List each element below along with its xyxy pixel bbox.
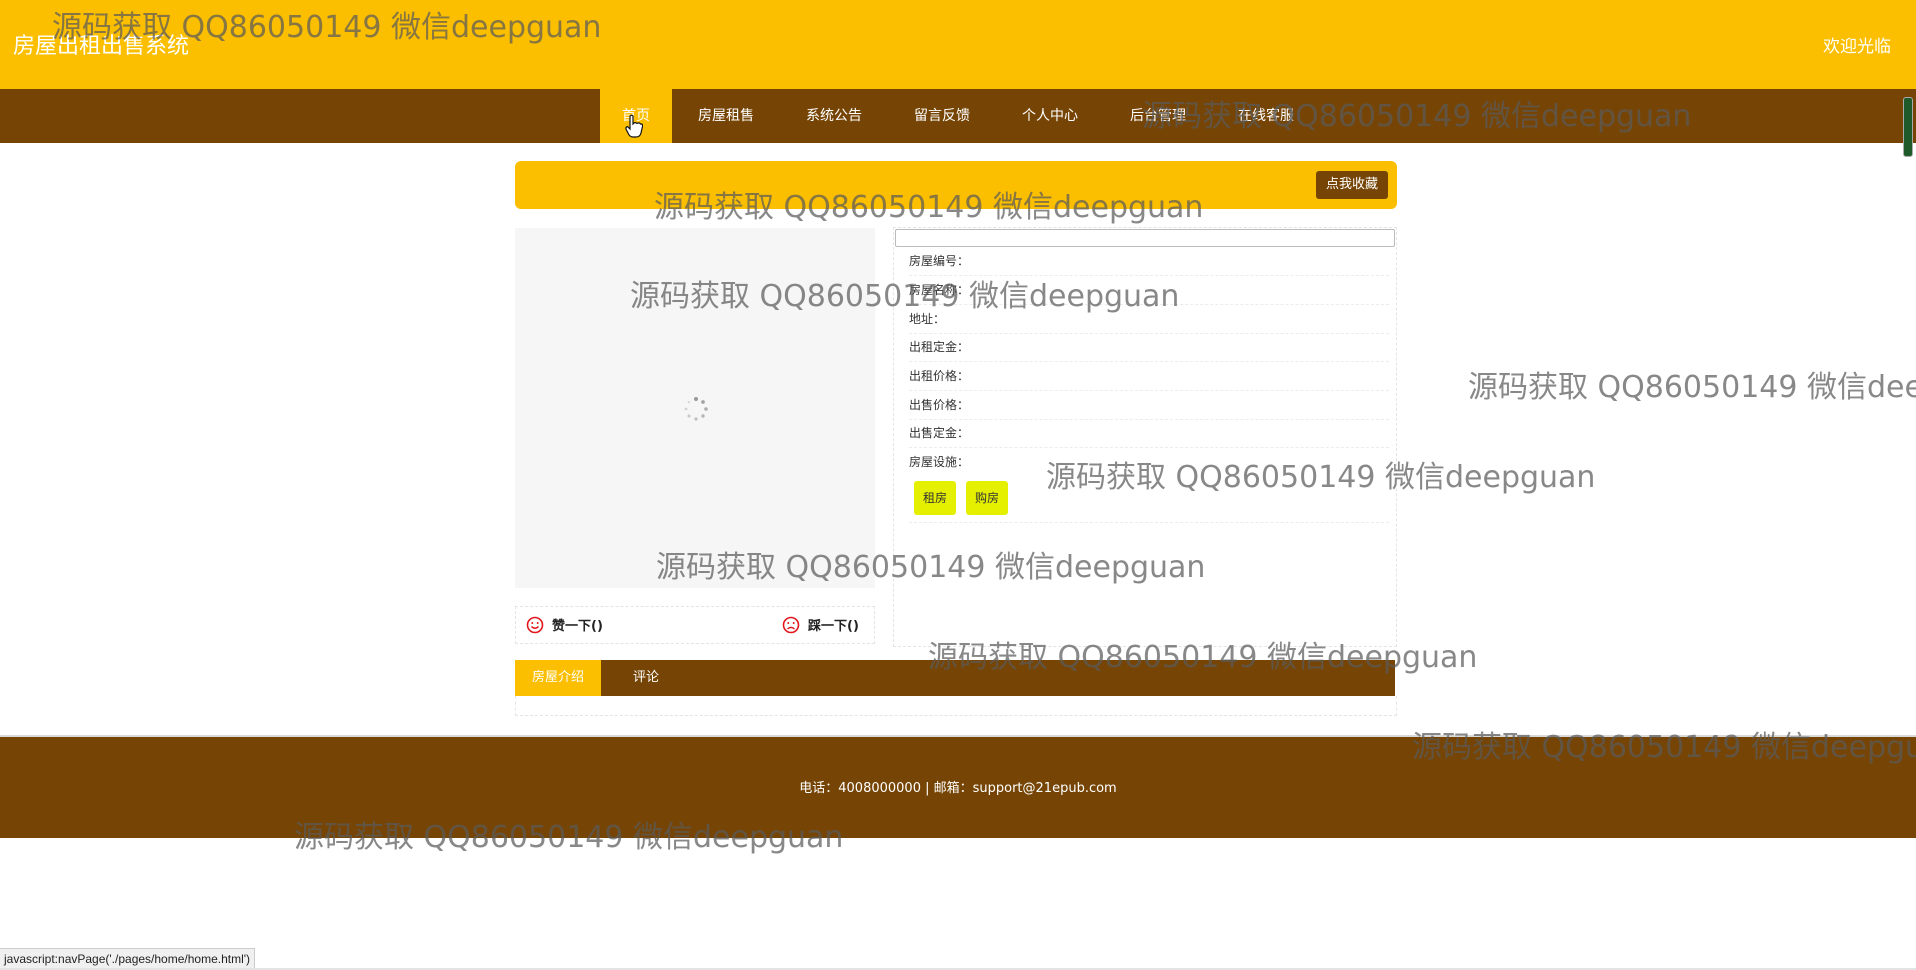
rent-button[interactable]: 租房 [914,481,957,515]
detail-tabs: 房屋介绍 评论 [515,660,1395,696]
nav-item-online-service[interactable]: 在线客服 [1212,89,1320,143]
field-sale-price: 出售价格： [909,391,1389,420]
house-image [515,228,875,588]
loading-spinner-icon [684,397,708,421]
field-rent-deposit: 出租定金： [909,333,1389,362]
watermark: 源码获取 QQ86050149 微信deepguan [1468,370,1916,405]
site-title: 房屋出租出售系统 [13,34,190,59]
vote-bar: 赞一下() 踩一下() [515,606,875,644]
hand-cursor-icon [625,114,643,138]
smile-icon [526,616,544,633]
nav-item-house-rent-sale[interactable]: 房屋租售 [672,89,780,143]
tab-content [515,696,1397,716]
house-detail-panel: 房屋编号： 房屋名称： 地址： 出租定金： 出租价格： 出售价格： 出售定金： … [893,227,1397,647]
nav-item-feedback[interactable]: 留言反馈 [888,89,996,143]
nav-item-user-center[interactable]: 个人中心 [996,89,1104,143]
tab-house-intro[interactable]: 房屋介绍 [515,660,601,696]
favorite-button[interactable]: 点我收藏 [1315,171,1388,199]
field-sale-deposit: 出售定金： [909,419,1389,448]
actions-divider [909,522,1389,523]
field-house-number: 房屋编号： [909,247,1389,276]
field-house-name: 房屋名称： [909,276,1389,305]
detail-title-bar [895,229,1395,247]
site-header: 房屋出租出售系统 欢迎光临 [0,0,1916,89]
site-footer: 电话：4008000000 | 邮箱：support@21epub.com [0,735,1916,838]
main-nav: 首页 房屋租售 系统公告 留言反馈 个人中心 后台管理 在线客服 [0,89,1916,143]
dislike-button[interactable]: 踩一下() [782,615,859,634]
field-facilities: 房屋设施： [909,455,970,469]
field-address: 地址： [909,305,1389,334]
footer-contact: 电话：4008000000 | 邮箱：support@21epub.com [799,781,1117,796]
like-button[interactable]: 赞一下() [526,615,603,634]
nav-item-admin[interactable]: 后台管理 [1104,89,1212,143]
like-label: 赞一下() [552,619,603,634]
frown-icon [782,616,800,633]
tab-comments[interactable]: 评论 [601,660,691,696]
field-rent-price: 出租价格： [909,362,1389,391]
buy-button[interactable]: 购房 [966,481,1009,515]
nav-item-announcements[interactable]: 系统公告 [780,89,888,143]
welcome-text: 欢迎光临 [1823,37,1891,57]
dislike-label: 踩一下() [808,619,859,634]
browser-status-bar: javascript:navPage('./pages/home/home.ht… [0,948,256,970]
notice-bar: 点我收藏 [515,161,1397,209]
scroll-indicator[interactable] [1903,97,1913,157]
